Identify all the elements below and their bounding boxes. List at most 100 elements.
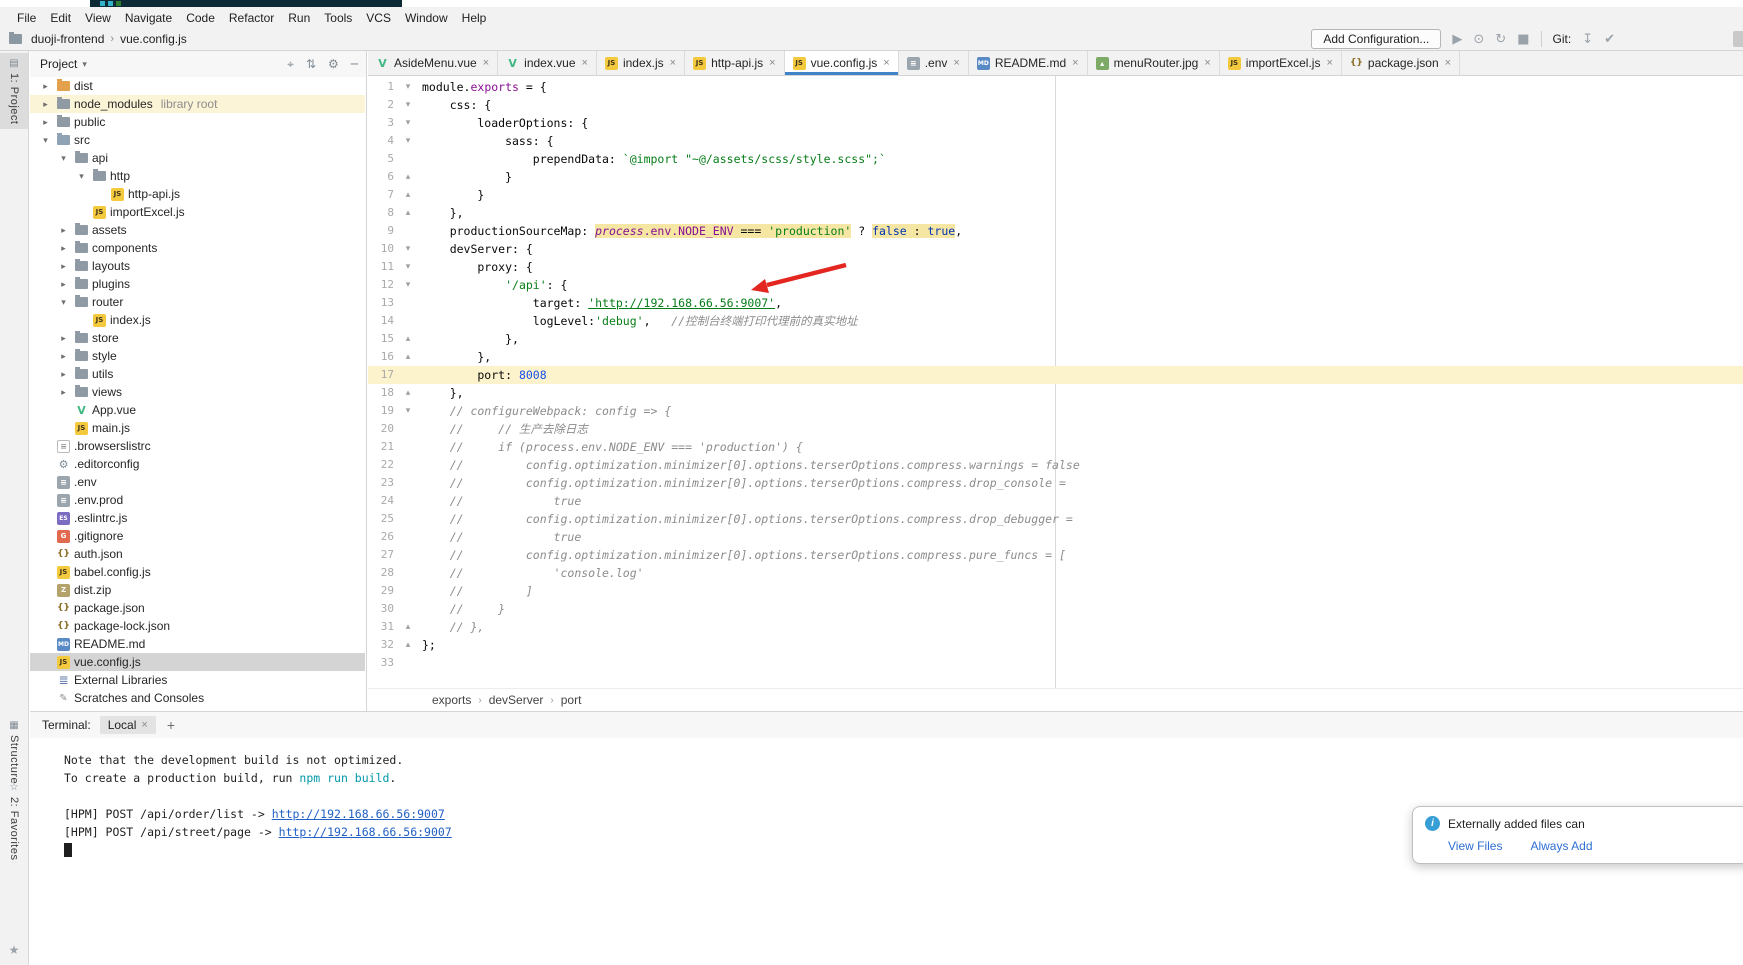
close-icon[interactable]: × xyxy=(141,719,147,731)
menu-edit[interactable]: Edit xyxy=(43,9,78,27)
tree-item-assets[interactable]: ▸assets xyxy=(30,221,365,239)
fold-marker-icon[interactable]: ▴ xyxy=(394,348,422,366)
menu-view[interactable]: View xyxy=(78,9,118,27)
code-line-20[interactable]: 20 // // 生产去除日志 xyxy=(368,420,1743,438)
fold-marker-icon[interactable]: ▴ xyxy=(394,204,422,222)
tree-item-layouts[interactable]: ▸layouts xyxy=(30,257,365,275)
breadcrumb-item[interactable]: duoji-frontend xyxy=(29,32,106,46)
close-icon[interactable]: × xyxy=(953,57,959,69)
code-line-30[interactable]: 30 // } xyxy=(368,600,1743,618)
close-icon[interactable]: × xyxy=(769,57,775,69)
tree-item-components[interactable]: ▸components xyxy=(30,239,365,257)
chevron-down-icon[interactable]: ▾ xyxy=(82,59,87,70)
terminal-tab-local[interactable]: Local × xyxy=(100,716,156,734)
chevron-right-icon[interactable]: ▸ xyxy=(56,333,71,344)
fold-marker-icon[interactable]: ▾ xyxy=(394,240,422,258)
fold-marker-icon[interactable]: ▾ xyxy=(394,96,422,114)
locate-file-icon[interactable]: ⌖ xyxy=(287,57,294,72)
editor-tab-menurouter.jpg[interactable]: ▴menuRouter.jpg× xyxy=(1088,51,1220,75)
tree-item-views[interactable]: ▸views xyxy=(30,383,365,401)
fold-marker-icon[interactable]: ▾ xyxy=(394,276,422,294)
terminal-link[interactable]: http://192.168.66.56:9007 xyxy=(272,807,445,821)
code-line-2[interactable]: 2▾ css: { xyxy=(368,96,1743,114)
code-line-9[interactable]: 9 productionSourceMap: process.env.NODE_… xyxy=(368,222,1743,240)
chevron-right-icon[interactable]: ▸ xyxy=(56,261,71,272)
tree-item-index.js[interactable]: JSindex.js xyxy=(30,311,365,329)
code-line-19[interactable]: 19▾ // configureWebpack: config => { xyxy=(368,402,1743,420)
tree-item-app.vue[interactable]: VApp.vue xyxy=(30,401,365,419)
code-line-31[interactable]: 31▴ // }, xyxy=(368,618,1743,636)
code-line-13[interactable]: 13 target: 'http://192.168.66.56:9007', xyxy=(368,294,1743,312)
tree-item-.env.prod[interactable]: ≡.env.prod xyxy=(30,491,365,509)
code-line-3[interactable]: 3▾ loaderOptions: { xyxy=(368,114,1743,132)
chevron-right-icon[interactable]: ▸ xyxy=(56,369,71,380)
code-line-16[interactable]: 16▴ }, xyxy=(368,348,1743,366)
chevron-right-icon[interactable]: ▸ xyxy=(38,81,53,92)
coverage-icon[interactable]: ↻ xyxy=(1495,32,1506,47)
toolwindow-button-favorites[interactable]: ☆ 2: Favorites xyxy=(0,777,28,865)
fold-marker-icon[interactable]: ▴ xyxy=(394,618,422,636)
fold-marker-icon[interactable]: ▴ xyxy=(394,168,422,186)
fold-marker-icon[interactable]: ▴ xyxy=(394,384,422,402)
breadcrumb-item[interactable]: vue.config.js xyxy=(118,32,189,46)
git-update-icon[interactable]: ↧ xyxy=(1582,32,1593,47)
menu-window[interactable]: Window xyxy=(398,9,455,27)
tree-item-http[interactable]: ▾http xyxy=(30,167,365,185)
editor-tab-.env[interactable]: ≡.env× xyxy=(899,51,969,75)
tree-item-dist.zip[interactable]: Zdist.zip xyxy=(30,581,365,599)
tree-item-.env[interactable]: ≡.env xyxy=(30,473,365,491)
tree-item-main.js[interactable]: JSmain.js xyxy=(30,419,365,437)
git-widget-label[interactable]: Git: xyxy=(1553,32,1572,46)
menu-run[interactable]: Run xyxy=(281,9,317,27)
code-area[interactable]: 1▾module.exports = {2▾ css: {3▾ loaderOp… xyxy=(368,78,1743,672)
fold-marker-icon[interactable]: ▴ xyxy=(394,186,422,204)
project-panel-title[interactable]: Project xyxy=(40,57,77,71)
code-line-32[interactable]: 32▴}; xyxy=(368,636,1743,654)
code-line-23[interactable]: 23 // config.optimization.minimizer[0].o… xyxy=(368,474,1743,492)
close-icon[interactable]: × xyxy=(1204,57,1210,69)
editor-tab-vue.config.js[interactable]: JSvue.config.js× xyxy=(785,51,899,75)
close-icon[interactable]: × xyxy=(1445,57,1451,69)
menu-refactor[interactable]: Refactor xyxy=(222,9,281,27)
close-icon[interactable]: × xyxy=(883,57,889,69)
tree-item-style[interactable]: ▸style xyxy=(30,347,365,365)
chevron-right-icon[interactable]: ▸ xyxy=(56,243,71,254)
code-line-17[interactable]: 17 port: 8008 xyxy=(368,366,1743,384)
code-line-6[interactable]: 6▴ } xyxy=(368,168,1743,186)
code-line-29[interactable]: 29 // ] xyxy=(368,582,1743,600)
code-line-22[interactable]: 22 // config.optimization.minimizer[0].o… xyxy=(368,456,1743,474)
editor-tab-package.json[interactable]: {}package.json× xyxy=(1342,51,1460,75)
settings-gear-icon[interactable]: ⚙ xyxy=(328,57,339,71)
tree-item-importexcel.js[interactable]: JSimportExcel.js xyxy=(30,203,365,221)
tree-item-router[interactable]: ▾router xyxy=(30,293,365,311)
code-line-7[interactable]: 7▴ } xyxy=(368,186,1743,204)
new-terminal-session-icon[interactable]: + xyxy=(167,717,175,733)
debug-icon[interactable]: ⊙ xyxy=(1473,32,1484,47)
editor-breadcrumb-item[interactable]: exports xyxy=(432,693,471,707)
tree-item-src[interactable]: ▾src xyxy=(30,131,365,149)
code-line-24[interactable]: 24 // true xyxy=(368,492,1743,510)
editor-body[interactable]: 1▾module.exports = {2▾ css: {3▾ loaderOp… xyxy=(368,76,1743,688)
menu-tools[interactable]: Tools xyxy=(317,9,359,27)
close-icon[interactable]: × xyxy=(1326,57,1332,69)
tree-item-.gitignore[interactable]: G.gitignore xyxy=(30,527,365,545)
terminal-link[interactable]: http://192.168.66.56:9007 xyxy=(279,825,452,839)
chevron-down-icon[interactable]: ▾ xyxy=(38,135,53,146)
menu-help[interactable]: Help xyxy=(455,9,494,27)
favorites-star-icon[interactable]: ★ xyxy=(0,943,28,957)
editor-tab-index.js[interactable]: JSindex.js× xyxy=(597,51,685,75)
code-line-25[interactable]: 25 // config.optimization.minimizer[0].o… xyxy=(368,510,1743,528)
tree-item-package.json[interactable]: {}package.json xyxy=(30,599,365,617)
tree-item-api[interactable]: ▾api xyxy=(30,149,365,167)
chevron-right-icon[interactable]: ▸ xyxy=(56,225,71,236)
hide-panel-icon[interactable]: ─ xyxy=(351,57,358,71)
code-line-27[interactable]: 27 // config.optimization.minimizer[0].o… xyxy=(368,546,1743,564)
close-icon[interactable]: × xyxy=(582,57,588,69)
code-line-18[interactable]: 18▴ }, xyxy=(368,384,1743,402)
menu-code[interactable]: Code xyxy=(179,9,222,27)
code-line-21[interactable]: 21 // if (process.env.NODE_ENV === 'prod… xyxy=(368,438,1743,456)
fold-marker-icon[interactable]: ▾ xyxy=(394,114,422,132)
editor-tab-readme.md[interactable]: MDREADME.md× xyxy=(969,51,1088,75)
toolwindow-button-project[interactable]: ▤ 1: Project xyxy=(0,53,28,129)
close-icon[interactable]: × xyxy=(1072,57,1078,69)
